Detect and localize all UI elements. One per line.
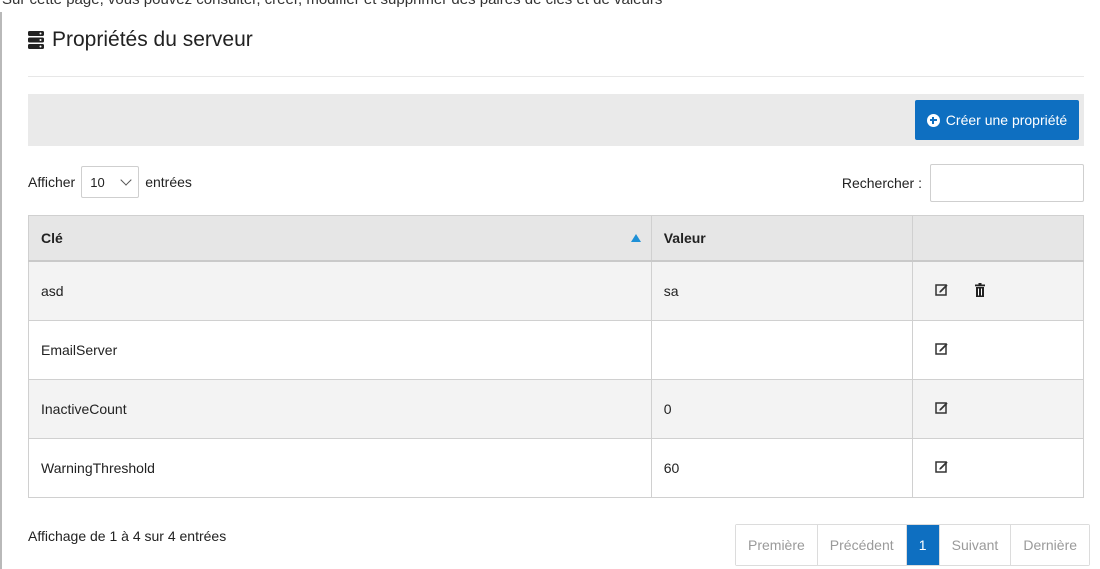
table-row: WarningThreshold 60 — [28, 438, 1085, 498]
pagination-last[interactable]: Dernière — [1011, 525, 1090, 565]
page-title: Propriétés du serveur — [52, 28, 253, 51]
column-header-value[interactable]: Valeur — [650, 215, 913, 262]
top-banner: Sur cette page, vous pouvez consulter, c… — [0, 0, 1100, 14]
table-row: asd sa — [28, 260, 1085, 321]
chevron-down-icon — [120, 174, 132, 186]
pagination: Première Précédent 1 Suivant Dernière — [735, 524, 1091, 566]
edit-icon[interactable] — [934, 460, 951, 476]
pagination-previous[interactable]: Précédent — [817, 525, 907, 565]
table-header-row: Clé Valeur — [28, 215, 1085, 262]
create-property-label: Créer une propriété — [945, 112, 1068, 128]
cell-key: EmailServer — [28, 320, 652, 380]
cell-actions — [911, 320, 1085, 380]
cell-value — [650, 320, 913, 380]
header-divider — [28, 76, 1084, 77]
cell-value: 0 — [650, 379, 913, 439]
delete-icon[interactable] — [973, 283, 989, 299]
column-header-key[interactable]: Clé — [28, 215, 652, 262]
edit-icon[interactable] — [934, 401, 951, 417]
column-header-key-label: Clé — [41, 230, 63, 246]
toolbar: Créer une propriété — [28, 94, 1084, 146]
column-header-value-label: Valeur — [663, 230, 706, 246]
column-header-actions — [911, 215, 1085, 262]
create-property-button[interactable]: Créer une propriété — [915, 100, 1079, 140]
edit-icon[interactable] — [934, 283, 951, 299]
search-label: Rechercher : — [841, 175, 922, 191]
table-row: EmailServer — [28, 320, 1085, 380]
cell-key: WarningThreshold — [28, 438, 652, 498]
cell-actions — [911, 260, 1085, 321]
search-input[interactable] — [930, 164, 1084, 202]
cell-value: 60 — [650, 438, 913, 498]
top-banner-text: Sur cette page, vous pouvez consulter, c… — [2, 0, 662, 8]
server-icon — [28, 31, 44, 49]
search-control: Rechercher : — [842, 164, 1084, 202]
cell-actions — [911, 438, 1085, 498]
entries-per-page-select[interactable]: 10 — [81, 166, 140, 198]
sort-ascending-icon — [630, 234, 641, 242]
cell-key: asd — [28, 260, 652, 321]
plus-circle-icon — [926, 113, 940, 127]
length-suffix: entrées — [145, 174, 192, 190]
pagination-next[interactable]: Suivant — [939, 525, 1012, 565]
left-border — [0, 12, 2, 569]
entries-per-page-value: 10 — [90, 174, 105, 190]
edit-icon[interactable] — [934, 342, 951, 358]
table-info: Affichage de 1 à 4 sur 4 entrées — [28, 528, 227, 544]
entries-length-control: Afficher 10 entrées — [28, 166, 192, 198]
cell-key: InactiveCount — [28, 379, 652, 439]
pagination-page-1[interactable]: 1 — [906, 525, 940, 565]
length-prefix: Afficher — [28, 174, 76, 190]
cell-actions — [911, 379, 1085, 439]
table-row: InactiveCount 0 — [28, 379, 1085, 439]
pagination-first[interactable]: Première — [736, 525, 818, 565]
cell-value: sa — [650, 260, 913, 321]
properties-table: Clé Valeur asd sa EmailServer InactiveCo… — [28, 215, 1085, 498]
page-header: Propriétés du serveur — [28, 28, 253, 52]
